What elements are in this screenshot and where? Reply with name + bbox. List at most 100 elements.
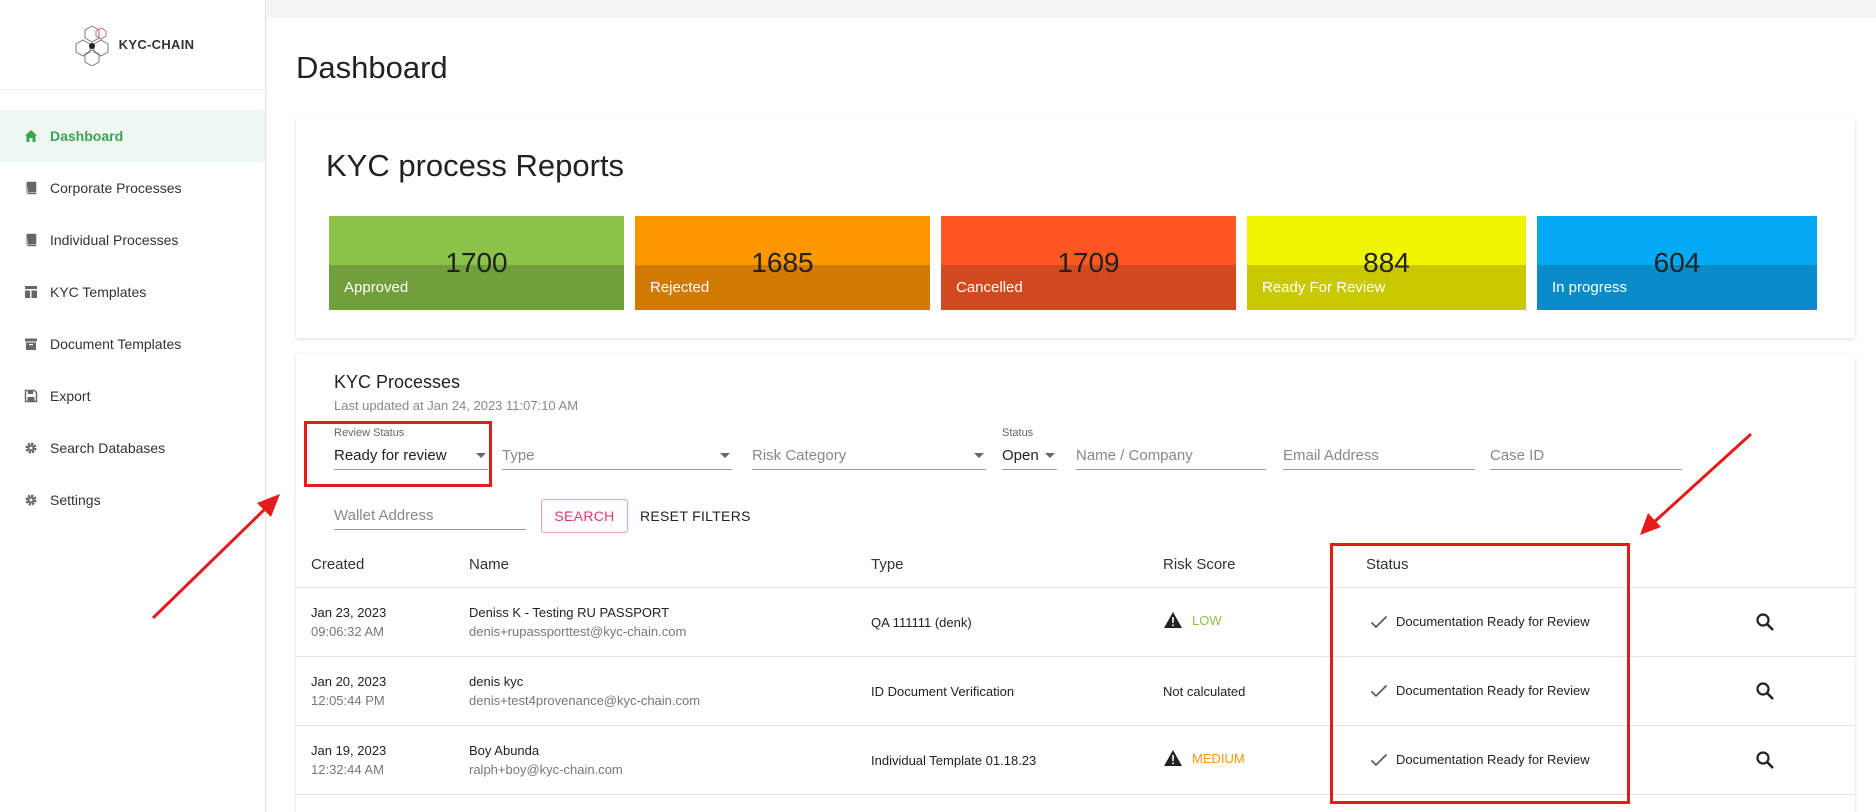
tile-cancelled[interactable]: 1709 Cancelled	[941, 216, 1236, 310]
risk-cell: LOW	[1163, 611, 1222, 629]
home-icon	[24, 129, 38, 143]
logo-text: KYC-CHAIN	[118, 37, 195, 52]
warning-icon	[1164, 750, 1182, 766]
tile-label: Cancelled	[956, 279, 1023, 296]
sidebar-item-label: Search Databases	[50, 440, 166, 456]
search-icon[interactable]	[1755, 612, 1775, 635]
column-risk-score[interactable]: Risk Score	[1163, 556, 1236, 573]
tile-rejected[interactable]: 1685 Rejected	[635, 216, 930, 310]
name-cell: Boy Abunda ralph+boy@kyc-chain.com	[469, 743, 623, 777]
risk-value: MEDIUM	[1192, 750, 1245, 766]
created-cell: Jan 23, 2023 09:06:32 AM	[311, 605, 386, 639]
book-icon	[24, 181, 38, 195]
status-select[interactable]: Status Open	[1002, 427, 1057, 470]
applicant-email: denis+rupassporttest@kyc-chain.com	[469, 624, 687, 639]
tile-count: 1685	[751, 247, 814, 278]
tile-count: 1700	[445, 247, 508, 278]
sidebar-item-kyc-templates[interactable]: KYC Templates	[0, 266, 265, 318]
sidebar-item-dashboard[interactable]: Dashboard	[0, 110, 265, 162]
name-company-input[interactable]: Name / Company	[1076, 428, 1266, 470]
save-icon	[24, 389, 38, 403]
created-cell: Jan 19, 2023 12:32:44 AM	[311, 743, 386, 777]
search-icon[interactable]	[1755, 681, 1775, 704]
logo-icon	[75, 24, 109, 66]
annotation-box-review-status	[304, 421, 492, 487]
sidebar-item-document-templates[interactable]: Document Templates	[0, 318, 265, 370]
sidebar-item-search-databases[interactable]: Search Databases	[0, 422, 265, 474]
sidebar-item-label: Individual Processes	[50, 232, 179, 248]
search-icon[interactable]	[1755, 750, 1775, 773]
tile-count: 1709	[1057, 247, 1120, 278]
sidebar-item-individual-processes[interactable]: Individual Processes	[0, 214, 265, 266]
type-placeholder: Type	[502, 447, 535, 464]
created-date: Jan 19, 2023	[311, 743, 387, 758]
sidebar-item-label: Dashboard	[50, 128, 124, 144]
sidebar-nav: Dashboard Corporate Processes Individual…	[0, 110, 265, 526]
applicant-email: ralph+boy@kyc-chain.com	[469, 762, 623, 777]
risk-cell: Not calculated	[1163, 684, 1246, 699]
type-cell: Individual Template 01.18.23	[871, 753, 1037, 768]
tile-count: 884	[1363, 247, 1410, 278]
created-time: 09:06:32 AM	[311, 624, 384, 639]
archive-icon	[24, 337, 38, 351]
created-time: 12:32:44 AM	[311, 762, 384, 777]
applicant-name: Boy Abunda	[469, 743, 540, 758]
risk-value: LOW	[1192, 612, 1222, 628]
name-company-placeholder: Name / Company	[1076, 447, 1193, 464]
last-updated: Last updated at Jan 24, 2023 11:07:10 AM	[334, 398, 579, 413]
sidebar-item-settings[interactable]: Settings	[0, 474, 265, 526]
sidebar-item-corporate-processes[interactable]: Corporate Processes	[0, 162, 265, 214]
gear-icon	[24, 441, 38, 455]
email-address-input[interactable]: Email Address	[1283, 428, 1475, 470]
sidebar-item-label: Settings	[50, 492, 101, 508]
type-cell: QA 111111 (denk)	[871, 615, 972, 630]
chevron-down-icon	[1045, 453, 1055, 458]
logo[interactable]: KYC-CHAIN	[0, 0, 265, 90]
search-button[interactable]: SEARCH	[541, 499, 628, 533]
case-id-input[interactable]: Case ID	[1490, 428, 1682, 470]
report-tiles: 1700 Approved 1685 Rejected 1709 Cancell…	[329, 216, 1817, 310]
tile-label: Rejected	[650, 279, 710, 296]
applicant-email: denis+test4provenance@kyc-chain.com	[469, 693, 701, 708]
sidebar-item-label: KYC Templates	[50, 284, 147, 300]
tile-approved[interactable]: 1700 Approved	[329, 216, 624, 310]
reset-filters-button[interactable]: RESET FILTERS	[640, 499, 751, 533]
gear-icon	[24, 493, 38, 507]
chevron-down-icon	[974, 453, 984, 458]
page-title: Dashboard	[296, 50, 448, 85]
name-cell: denis kyc denis+test4provenance@kyc-chai…	[469, 674, 700, 708]
warning-icon	[1164, 612, 1182, 628]
tile-label: Ready For Review	[1262, 279, 1386, 296]
processes-title: KYC Processes	[334, 372, 461, 392]
applicant-name: denis kyc	[469, 674, 524, 689]
tile-label: In progress	[1552, 279, 1628, 296]
risk-cell: MEDIUM	[1163, 749, 1245, 767]
wallet-placeholder: Wallet Address	[334, 507, 434, 524]
created-date: Jan 20, 2023	[311, 674, 387, 689]
column-type[interactable]: Type	[871, 556, 904, 573]
status-value: Open	[1002, 447, 1039, 464]
case-id-placeholder: Case ID	[1490, 447, 1545, 464]
email-placeholder: Email Address	[1283, 447, 1379, 464]
reports-title: KYC process Reports	[326, 148, 625, 183]
type-select[interactable]: Type	[502, 428, 732, 470]
type-cell: ID Document Verification	[871, 684, 1015, 699]
sidebar-item-export[interactable]: Export	[0, 370, 265, 422]
sidebar: KYC-CHAIN Dashboard Corporate Processes …	[0, 0, 266, 812]
wallet-address-input[interactable]: Wallet Address	[334, 494, 526, 530]
tile-ready-for-review[interactable]: 884 Ready For Review	[1247, 216, 1526, 310]
sidebar-item-label: Export	[50, 388, 91, 404]
column-created[interactable]: Created	[311, 556, 364, 573]
book-icon	[24, 233, 38, 247]
template-icon	[24, 285, 38, 299]
tile-count: 604	[1653, 247, 1701, 278]
created-cell: Jan 20, 2023 12:05:44 PM	[311, 674, 386, 708]
risk-category-select[interactable]: Risk Category	[752, 428, 986, 470]
main-content: Dashboard KYC process Reports 1700 Appro…	[267, 18, 1876, 812]
chevron-down-icon	[720, 453, 730, 458]
column-name[interactable]: Name	[469, 556, 509, 573]
created-time: 12:05:44 PM	[311, 693, 385, 708]
tile-in-progress[interactable]: 604 In progress	[1537, 216, 1817, 310]
status-label: Status	[1002, 427, 1034, 439]
tile-label: Approved	[344, 279, 409, 296]
